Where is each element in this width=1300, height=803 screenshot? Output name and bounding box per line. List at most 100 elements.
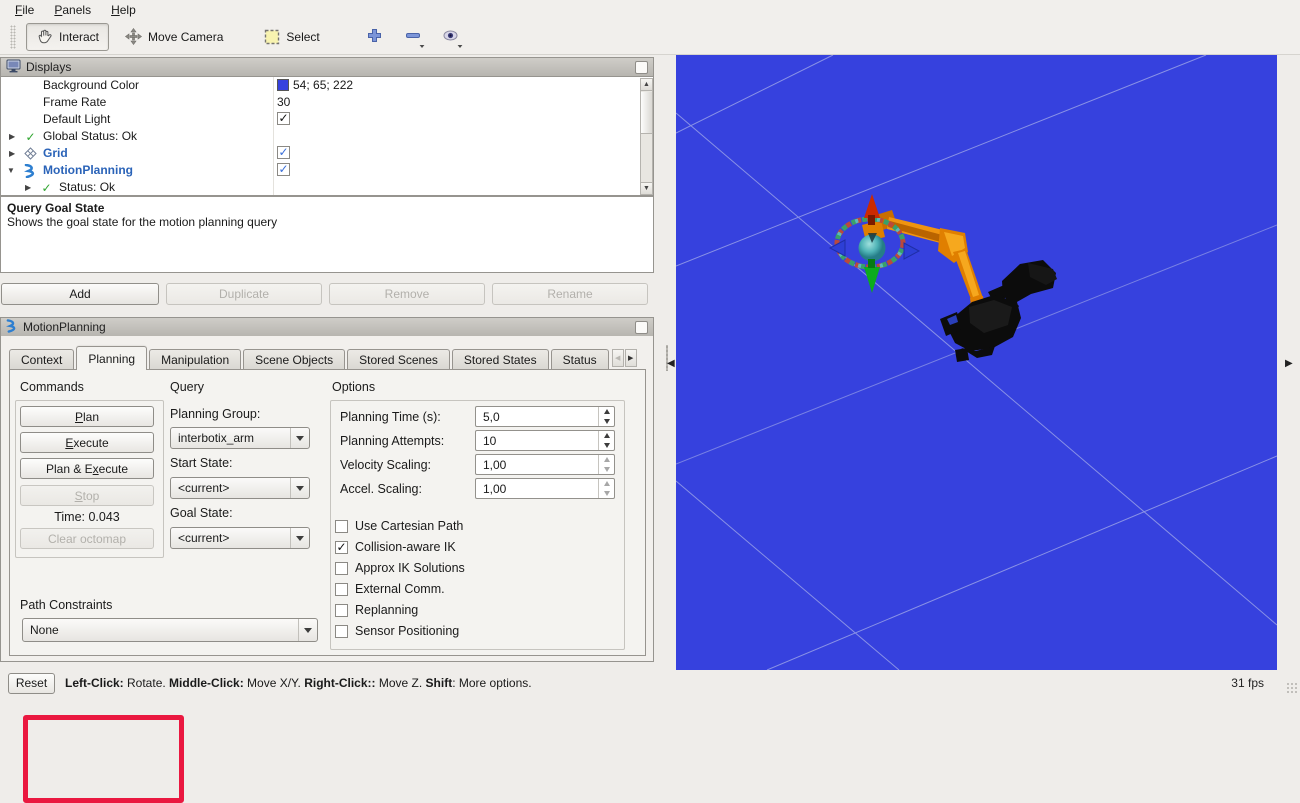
expander-icon[interactable]: ▶ <box>9 149 15 158</box>
tree-scrollbar[interactable]: ▲ ▼ <box>640 78 653 195</box>
tab-status[interactable]: Status <box>551 349 609 370</box>
spin-up-icon[interactable] <box>604 433 610 438</box>
stop-button[interactable]: Stop <box>20 485 154 506</box>
spin-up-icon[interactable] <box>604 409 610 414</box>
expand-right-arrow-icon[interactable]: ▶ <box>1285 358 1293 369</box>
motionplanning-panel-titlebar[interactable]: MotionPlanning <box>0 317 654 337</box>
tree-row-default-light[interactable]: Default Light ✓ <box>1 111 653 128</box>
scrollbar-down-icon[interactable]: ▼ <box>641 182 652 194</box>
clear-octomap-button[interactable]: Clear octomap <box>20 528 154 549</box>
tree-row-grid[interactable]: ▶ Grid ✓ <box>1 145 653 162</box>
checkbox[interactable] <box>335 625 348 638</box>
accel-scaling-spinbox[interactable]: 1,00 <box>475 478 615 499</box>
checkbox[interactable]: ✓ <box>277 163 290 176</box>
tree-row-global-status[interactable]: ▶ ✓ Global Status: Ok <box>1 128 653 145</box>
tab-stored-states[interactable]: Stored States <box>452 349 549 370</box>
checkbox[interactable]: ✓ <box>277 146 290 159</box>
spin-up-icon[interactable] <box>604 457 610 462</box>
rename-display-button[interactable]: Rename <box>492 283 648 305</box>
interactive-marker <box>830 194 919 293</box>
dropdown-arrow-icon <box>419 45 424 48</box>
zoom-in-tool-button[interactable] <box>362 24 388 50</box>
annotation-highlight-box <box>23 715 184 803</box>
toolbar-grip[interactable] <box>10 25 16 49</box>
planning-time-label: Planning Time (s): <box>340 410 441 424</box>
collapse-left-arrow-icon[interactable]: ◀ <box>667 358 675 369</box>
tree-row-frame-rate[interactable]: Frame Rate 30 <box>1 94 653 111</box>
plan-and-execute-button[interactable]: Plan & Execute <box>20 458 154 479</box>
tab-scene-objects[interactable]: Scene Objects <box>243 349 345 370</box>
planning-attempts-spinbox[interactable]: 10 <box>475 430 615 451</box>
spin-up-icon[interactable] <box>604 481 610 486</box>
property-label: Frame Rate <box>43 95 106 109</box>
replanning-option[interactable]: Replanning <box>335 603 418 617</box>
spin-down-icon[interactable] <box>604 491 610 496</box>
start-state-combobox[interactable]: <current> <box>170 477 310 499</box>
remove-display-button[interactable]: Remove <box>329 283 485 305</box>
tab-manipulation[interactable]: Manipulation <box>149 349 241 370</box>
menu-help[interactable]: Help <box>102 2 145 18</box>
window-resize-grip[interactable] <box>1286 682 1298 694</box>
scrollbar-thumb[interactable] <box>641 92 652 134</box>
select-icon <box>263 28 280 45</box>
execute-button[interactable]: Execute <box>20 432 154 453</box>
tree-row-status-ok[interactable]: ▶ ✓ Status: Ok <box>1 179 653 196</box>
checkbox-label: Sensor Positioning <box>355 624 459 638</box>
approx-ik-solutions-option[interactable]: Approx IK Solutions <box>335 561 465 575</box>
displays-panel-titlebar[interactable]: Displays <box>0 57 654 77</box>
menu-panels[interactable]: Panels <box>45 2 100 18</box>
status-ok-check-icon: ✓ <box>39 180 54 195</box>
property-value[interactable]: 30 <box>277 95 290 109</box>
tab-context[interactable]: Context <box>9 349 74 370</box>
checkbox[interactable]: ✓ <box>335 541 348 554</box>
move-camera-tool-button[interactable]: Move Camera <box>115 23 233 51</box>
checkbox[interactable] <box>335 562 348 575</box>
path-constraints-combobox[interactable]: None <box>22 618 318 642</box>
checkbox[interactable] <box>335 520 348 533</box>
plan-button[interactable]: Plan <box>20 406 154 427</box>
planning-attempts-label: Planning Attempts: <box>340 434 444 448</box>
external-comm-option[interactable]: External Comm. <box>335 582 445 596</box>
reset-button[interactable]: Reset <box>8 673 55 694</box>
property-value[interactable]: 54; 65; 222 <box>293 78 353 92</box>
tree-row-motionplanning[interactable]: ▼ MotionPlanning ✓ <box>1 162 653 179</box>
spin-down-icon[interactable] <box>604 467 610 472</box>
tab-scroll-left-icon[interactable]: ◀ <box>612 349 624 367</box>
menu-file[interactable]: File <box>6 2 43 18</box>
velocity-scaling-spinbox[interactable]: 1,00 <box>475 454 615 475</box>
panel-detach-button[interactable] <box>635 321 648 334</box>
spin-down-icon[interactable] <box>604 419 610 424</box>
tree-row-background-color[interactable]: Background Color 54; 65; 222 <box>1 77 653 94</box>
scrollbar-up-icon[interactable]: ▲ <box>641 79 652 91</box>
focus-camera-tool-button[interactable] <box>438 24 464 50</box>
expander-icon[interactable]: ▼ <box>7 166 15 175</box>
sensor-positioning-option[interactable]: Sensor Positioning <box>335 624 459 638</box>
collision-aware-ik-option[interactable]: ✓ Collision-aware IK <box>335 540 456 554</box>
checkbox[interactable]: ✓ <box>277 112 290 125</box>
tab-stored-scenes[interactable]: Stored Scenes <box>347 349 450 370</box>
duplicate-display-button[interactable]: Duplicate <box>166 283 322 305</box>
panel-detach-button[interactable] <box>635 61 648 74</box>
tab-scroll-right-icon[interactable]: ▶ <box>625 349 637 367</box>
menu-bar: File Panels Help <box>0 0 1300 19</box>
expander-icon[interactable]: ▶ <box>25 183 31 192</box>
dock-splitter[interactable]: ◀ <box>658 55 676 670</box>
use-cartesian-path-option[interactable]: Use Cartesian Path <box>335 519 463 533</box>
goal-state-combobox[interactable]: <current> <box>170 527 310 549</box>
planning-time-spinbox[interactable]: 5,0 <box>475 406 615 427</box>
color-swatch <box>277 79 289 91</box>
planning-group-combobox[interactable]: interbotix_arm <box>170 427 310 449</box>
zoom-out-tool-button[interactable] <box>400 24 426 50</box>
select-tool-button[interactable]: Select <box>253 23 329 51</box>
checkbox-label: External Comm. <box>355 582 445 596</box>
interact-tool-button[interactable]: Interact <box>26 23 109 51</box>
current-state-arm <box>940 260 1057 362</box>
fps-counter: 31 fps <box>1231 676 1292 690</box>
checkbox[interactable] <box>335 604 348 617</box>
tab-planning[interactable]: Planning <box>76 346 147 370</box>
checkbox[interactable] <box>335 583 348 596</box>
add-display-button[interactable]: Add <box>1 283 159 305</box>
3d-viewport[interactable] <box>676 55 1277 670</box>
spin-down-icon[interactable] <box>604 443 610 448</box>
expander-icon[interactable]: ▶ <box>9 132 15 141</box>
